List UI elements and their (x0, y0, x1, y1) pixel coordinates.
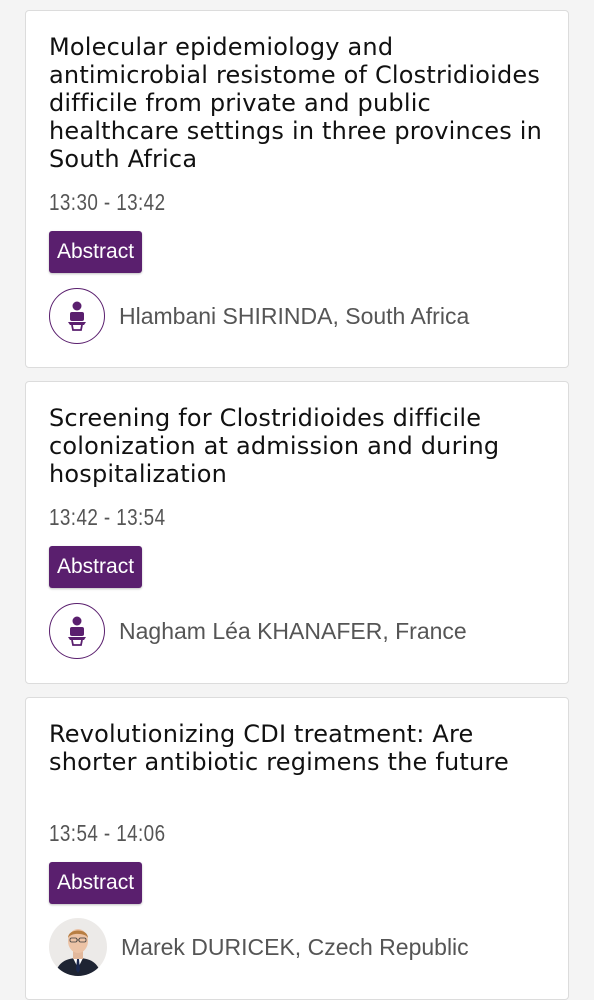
session-time: 13:54 - 14:06 (49, 820, 166, 846)
session-time: 13:30 - 13:42 (49, 189, 166, 215)
abstract-button[interactable]: Abstract (49, 862, 143, 904)
speaker-row[interactable]: Marek DURICEK, Czech Republic (49, 917, 469, 977)
session-card[interactable]: Molecular epidemiology and antimicrobial… (25, 10, 569, 368)
session-card[interactable]: Screening for Clostridioides difficile c… (25, 381, 569, 684)
speaker-podium-icon (49, 603, 105, 659)
speaker-photo (49, 918, 107, 976)
speaker-row[interactable]: Hlambani SHIRINDA, South Africa (49, 286, 469, 346)
session-title: Screening for Clostridioides difficile c… (49, 404, 500, 488)
session-title: Revolutionizing CDI treatment: Are short… (49, 720, 509, 776)
session-title: Molecular epidemiology and antimicrobial… (49, 33, 543, 173)
speaker-name: Nagham Léa KHANAFER, France (119, 617, 467, 644)
speaker-row[interactable]: Nagham Léa KHANAFER, France (49, 601, 467, 661)
speaker-name: Marek DURICEK, Czech Republic (121, 933, 469, 960)
session-time: 13:42 - 13:54 (49, 504, 166, 530)
session-card[interactable]: Revolutionizing CDI treatment: Are short… (25, 697, 569, 1000)
speaker-name: Hlambani SHIRINDA, South Africa (119, 302, 470, 329)
speaker-podium-icon (49, 288, 105, 344)
session-list: Molecular epidemiology and antimicrobial… (0, 0, 594, 1000)
abstract-button[interactable]: Abstract (49, 546, 143, 588)
abstract-button[interactable]: Abstract (49, 231, 143, 273)
